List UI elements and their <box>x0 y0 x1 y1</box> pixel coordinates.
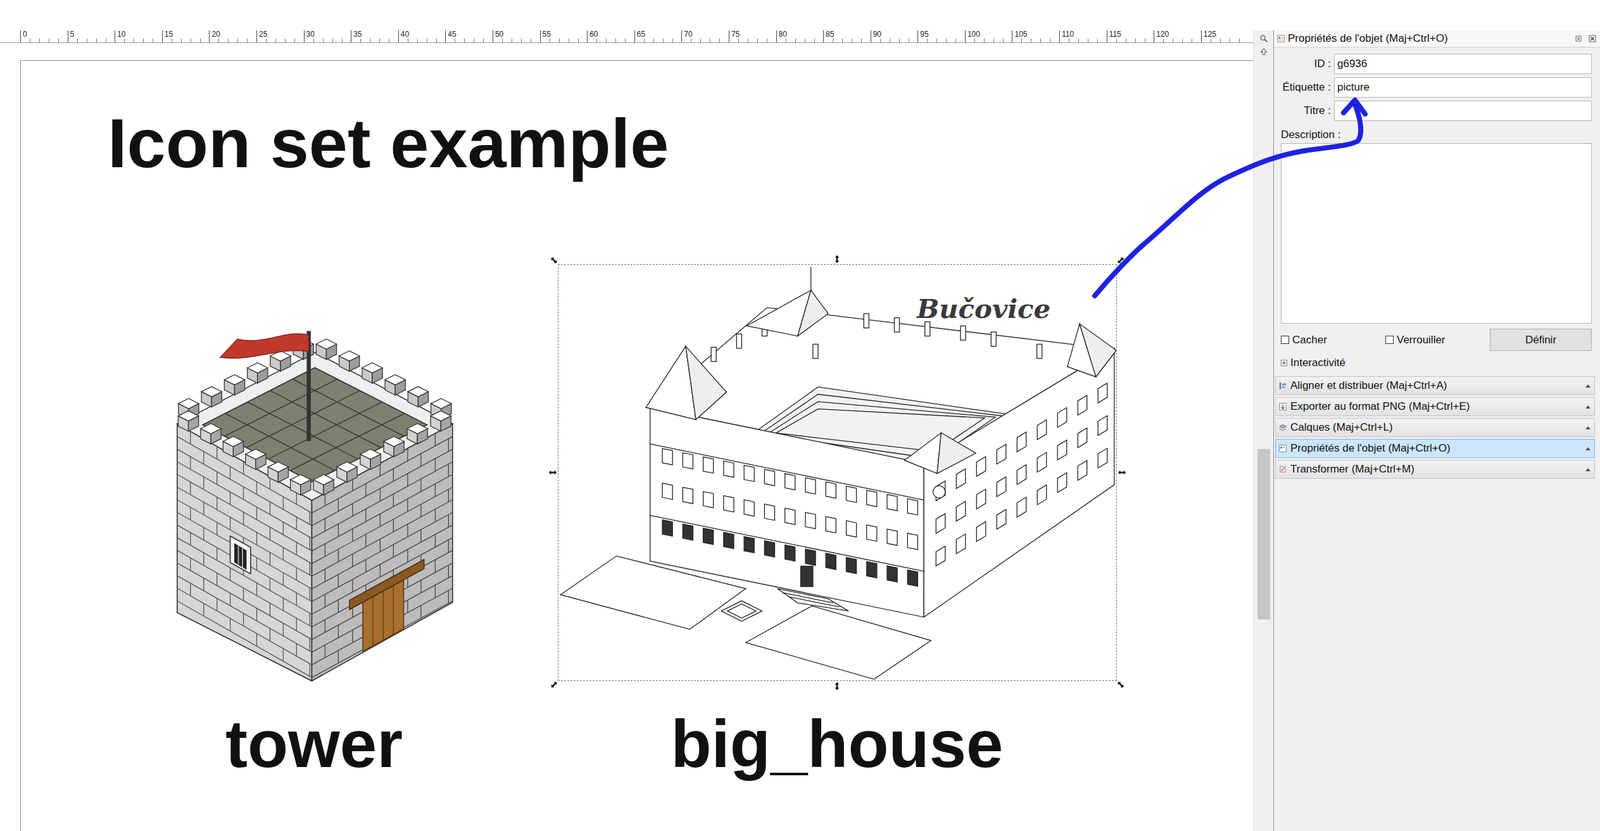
collapse-arrow-icon[interactable] <box>1585 467 1591 472</box>
zoom-icon[interactable] <box>1259 34 1269 44</box>
drawing-caption: Bučovice <box>915 293 1050 325</box>
inkscape-window: 0510152025303540455055606570758085909510… <box>0 0 1600 831</box>
ruler-tick: 30 <box>303 30 352 43</box>
ruler-tick: 80 <box>776 30 824 43</box>
ruler-tick: 65 <box>634 30 682 43</box>
properties-icon <box>1276 34 1286 44</box>
float-panel-icon[interactable] <box>1574 34 1583 43</box>
resize-handle-icon[interactable] <box>1116 255 1126 265</box>
drawing-canvas[interactable]: Icon set example Bučovice tower big_hous… <box>0 43 1254 831</box>
checkbox-box[interactable] <box>1280 335 1290 344</box>
ruler-tick: 35 <box>350 30 399 43</box>
ruler-tick: 55 <box>540 30 588 43</box>
tower-object[interactable] <box>174 326 455 684</box>
page: Icon set example Bučovice tower big_hous… <box>20 60 1254 831</box>
ruler-tick: 60 <box>586 30 635 43</box>
dock-list: Aligner et distribuer (Maj+Ctrl+A) Expor… <box>1275 376 1595 479</box>
description-textarea[interactable] <box>1280 143 1592 324</box>
workspace: 0510152025303540455055606570758085909510… <box>0 30 1600 831</box>
dock-item[interactable]: Aligner et distribuer (Maj+Ctrl+A) <box>1275 376 1595 396</box>
field-label: Titre : <box>1278 104 1331 118</box>
ruler-tick: 70 <box>681 30 729 43</box>
resize-handle-icon[interactable] <box>832 254 842 264</box>
scrollbar-thumb[interactable] <box>1257 448 1271 620</box>
collapse-arrow-icon[interactable] <box>1585 405 1591 409</box>
ruler-tick: 100 <box>964 30 1013 43</box>
vertical-scrollbar[interactable] <box>1253 30 1274 831</box>
ruler-tick: 75 <box>728 30 777 43</box>
checkbox-box[interactable] <box>1385 335 1394 344</box>
ruler-tick: 15 <box>162 30 210 43</box>
text-field[interactable]: picture <box>1334 77 1592 98</box>
expand-icon[interactable] <box>1280 359 1288 366</box>
field-label: ID : <box>1278 57 1331 71</box>
canvas-column: 0510152025303540455055606570758085909510… <box>0 30 1254 831</box>
collapse-arrow-icon[interactable] <box>1585 447 1591 451</box>
resize-handle-icon[interactable] <box>549 255 559 265</box>
ruler-tick: 10 <box>114 30 163 43</box>
dock-item[interactable]: Exporter au format PNG (Maj+Ctrl+E) <box>1275 396 1595 416</box>
description-label: Description : <box>1278 128 1592 142</box>
dialog-icon <box>1278 381 1288 391</box>
text-field[interactable] <box>1334 100 1592 121</box>
toolbar-strip <box>0 0 1600 31</box>
icon-grid: Bučovice tower big_house <box>149 264 1254 781</box>
options-row: Cacher Verrouiller Définir <box>1278 328 1592 351</box>
horizontal-ruler[interactable]: 0510152025303540455055606570758085909510… <box>0 30 1254 44</box>
ruler-tick: 50 <box>492 30 541 43</box>
collapse-arrow-icon[interactable] <box>1585 426 1591 430</box>
resize-handle-icon[interactable] <box>1117 467 1127 477</box>
checkbox[interactable]: Cacher <box>1280 333 1386 347</box>
object-properties-panel: Propriétés de l'objet (Maj+Ctrl+O) ID : … <box>1273 30 1600 831</box>
resize-handle-icon[interactable] <box>832 681 842 691</box>
dock-item[interactable]: Propriétés de l'objet (Maj+Ctrl+O) <box>1275 438 1595 458</box>
tower-icon[interactable] <box>174 326 455 684</box>
ruler-tick: 45 <box>445 30 493 43</box>
interactivity-expander[interactable]: Interactivité <box>1278 355 1592 370</box>
close-panel-icon[interactable] <box>1588 34 1597 43</box>
text-field[interactable]: g6936 <box>1334 53 1592 75</box>
panel-header: Propriétés de l'objet (Maj+Ctrl+O) <box>1273 30 1600 48</box>
ruler-tick: 90 <box>870 30 919 43</box>
ruler-tick: 115 <box>1106 30 1155 43</box>
resize-handle-icon[interactable] <box>1116 680 1126 689</box>
ruler-tick: 110 <box>1059 30 1107 43</box>
dialog-icon <box>1278 443 1288 453</box>
field-label: Étiquette : <box>1278 81 1331 94</box>
set-button[interactable]: Définir <box>1489 328 1592 351</box>
collapse-arrow-icon[interactable] <box>1585 384 1591 388</box>
resize-handle-icon[interactable] <box>548 467 558 477</box>
dock-item[interactable]: Calques (Maj+Ctrl+L) <box>1275 417 1595 437</box>
property-fields: ID : g6936Étiquette : pictureTitre : <box>1278 53 1592 121</box>
annotation-arrow-icon <box>0 0 1600 831</box>
big-house-object[interactable]: Bučovice <box>557 264 1117 681</box>
ruler-tick: 20 <box>208 30 257 43</box>
dock-item[interactable]: Transformer (Maj+Ctrl+M) <box>1275 459 1595 479</box>
ruler-tick: 25 <box>256 30 304 43</box>
dialog-icon <box>1278 464 1288 474</box>
ruler-tick: 125 <box>1201 30 1249 43</box>
ruler-tick: 85 <box>823 30 871 43</box>
checkbox[interactable]: Verrouiller <box>1385 333 1490 347</box>
scroll-up-icon[interactable] <box>1259 46 1269 56</box>
resize-handle-icon[interactable] <box>549 680 559 689</box>
tower-label[interactable]: tower <box>225 707 403 781</box>
big-house-label[interactable]: big_house <box>670 707 1003 781</box>
dialog-icon <box>1278 422 1288 432</box>
castle-drawing-icon[interactable]: Bučovice <box>558 264 1117 681</box>
canvas-title[interactable]: Icon set example <box>107 104 1254 182</box>
ruler-tick: 5 <box>67 30 116 43</box>
ruler-tick: 95 <box>917 30 965 43</box>
panel-title: Propriétés de l'objet (Maj+Ctrl+O) <box>1287 32 1449 45</box>
ruler-tick: 40 <box>398 30 446 43</box>
ruler-tick: 105 <box>1011 30 1060 43</box>
ruler-tick: 0 <box>20 30 68 43</box>
ruler-tick: 120 <box>1153 30 1202 43</box>
dialog-icon <box>1278 402 1288 411</box>
